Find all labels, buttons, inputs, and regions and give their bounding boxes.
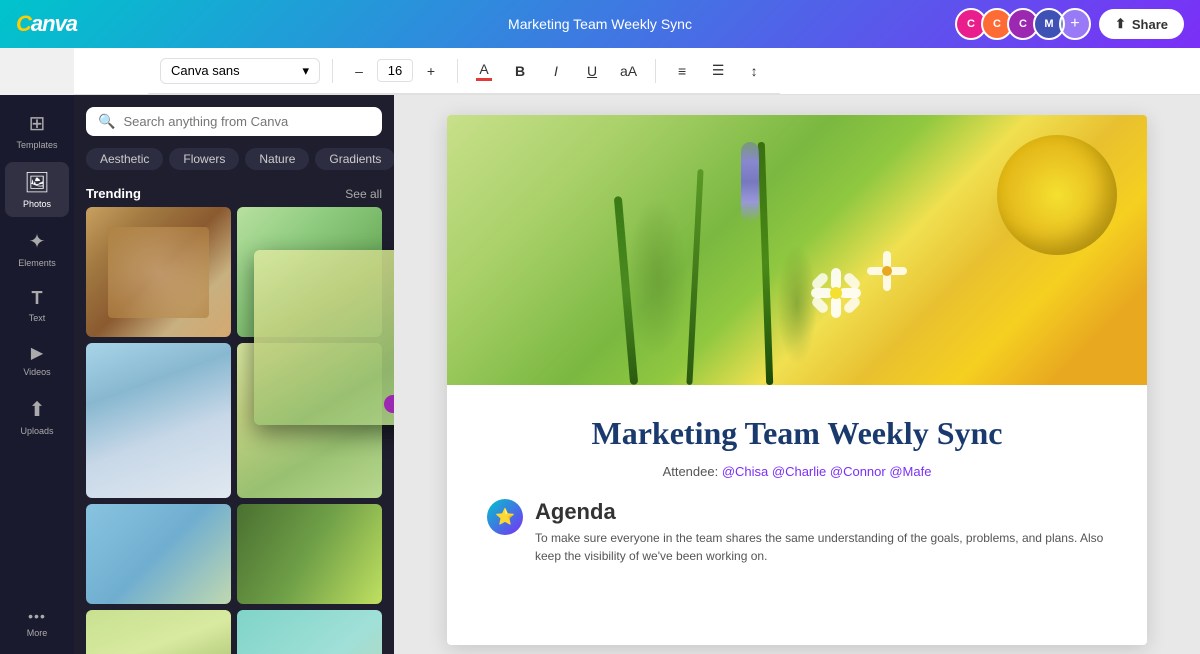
sidebar-item-more[interactable]: ••• More: [5, 600, 69, 646]
filter-tag-flowers[interactable]: Flowers: [169, 148, 239, 170]
sidebar-item-photos[interactable]: 🖼 Photos: [5, 162, 69, 217]
formatting-toolbar: Canva sans ▾ – + A B I U aA ≡ ☰ ↕: [148, 48, 780, 94]
agenda-content: Agenda To make sure everyone in the team…: [535, 499, 1107, 565]
photos-icon: 🖼: [24, 170, 49, 195]
font-case-button[interactable]: aA: [614, 59, 643, 83]
document-title[interactable]: Marketing Team Weekly Sync: [508, 16, 692, 32]
more-icon: •••: [28, 608, 46, 624]
toolbar-divider-3: [655, 59, 656, 83]
daisy-yellow: [867, 251, 907, 291]
agenda-section: ⭐ Agenda To make sure everyone in the te…: [487, 499, 1107, 565]
sidebar-item-label-text: Text: [29, 313, 46, 323]
agenda-icon: ⭐: [487, 499, 523, 535]
search-input-wrap[interactable]: 🔍: [86, 107, 382, 136]
photo-item-woman-blue[interactable]: [86, 343, 231, 498]
sidebar-item-elements[interactable]: ✦ Elements: [5, 221, 69, 276]
photo-item-grass[interactable]: [86, 610, 231, 654]
elements-icon: ✦: [29, 229, 46, 254]
sidebar-item-uploads[interactable]: ⬆ Uploads: [5, 389, 69, 444]
toolbar-divider-1: [332, 59, 333, 83]
share-button[interactable]: ⬆ Share: [1099, 9, 1184, 39]
font-size-decrease-button[interactable]: –: [345, 59, 373, 83]
yellow-pompom: [997, 135, 1117, 255]
slide-header-image: [447, 115, 1147, 385]
text-spacing-button[interactable]: ↕: [740, 59, 768, 83]
sidebar-item-label-videos: Videos: [23, 367, 50, 377]
text-color-bar: [476, 78, 492, 81]
search-bar: 🔍: [74, 95, 394, 148]
top-bar-right: C C C M + ⬆ Share: [955, 8, 1184, 40]
left-sidebar: ⊞ Templates 🖼 Photos ✦ Elements T Text ▶…: [0, 95, 74, 654]
sidebar-item-videos[interactable]: ▶ Videos: [5, 335, 69, 385]
text-icon: T: [32, 288, 43, 309]
avatar-group: C C C M +: [955, 8, 1091, 40]
sidebar-item-label-elements: Elements: [18, 258, 56, 268]
sidebar-item-label-templates: Templates: [16, 140, 57, 150]
filter-tag-gradients[interactable]: Gradients: [315, 148, 394, 170]
align-list-button[interactable]: ☰: [704, 58, 732, 83]
photo-item-yoga[interactable]: [237, 610, 382, 654]
sidebar-item-label-more: More: [27, 628, 48, 638]
align-left-button[interactable]: ≡: [668, 59, 696, 83]
text-color-button[interactable]: A: [470, 57, 498, 85]
uploads-icon: ⬆: [29, 397, 46, 422]
slide-title[interactable]: Marketing Team Weekly Sync: [487, 415, 1107, 452]
agenda-title[interactable]: Agenda: [535, 499, 1107, 525]
filter-tags: Aesthetic Flowers Nature Gradients ›: [74, 148, 394, 180]
chevron-down-icon: ▾: [302, 63, 309, 79]
canva-logo[interactable]: Canva: [16, 11, 77, 37]
sidebar-item-label-uploads: Uploads: [20, 426, 53, 436]
font-size-group: – +: [345, 59, 445, 83]
photos-panel: 🔍 Aesthetic Flowers Nature Gradients › T…: [74, 95, 394, 654]
daisy-white: [811, 268, 861, 318]
italic-button[interactable]: I: [542, 59, 570, 83]
attendee-names: @Chisa @Charlie @Connor @Mafe: [722, 464, 932, 479]
filter-tag-nature[interactable]: Nature: [245, 148, 309, 170]
lavender-flower: [741, 142, 759, 222]
see-all-link[interactable]: See all: [345, 187, 382, 201]
search-icon: 🔍: [98, 113, 115, 130]
share-icon: ⬆: [1115, 16, 1126, 32]
photo-item-food[interactable]: [86, 207, 231, 337]
font-size-increase-button[interactable]: +: [417, 59, 445, 83]
add-collaborator-button[interactable]: +: [1059, 8, 1091, 40]
main-layout: ⊞ Templates 🖼 Photos ✦ Elements T Text ▶…: [0, 95, 1200, 654]
trending-title: Trending: [86, 186, 141, 201]
top-bar-left: Canva: [16, 11, 77, 37]
sidebar-item-label-photos: Photos: [23, 199, 51, 209]
toolbar-divider-2: [457, 59, 458, 83]
sidebar-item-templates[interactable]: ⊞ Templates: [5, 103, 69, 158]
slide-attendee: Attendee: @Chisa @Charlie @Connor @Mafe: [487, 464, 1107, 479]
canvas-area[interactable]: Marketing Team Weekly Sync Attendee: @Ch…: [394, 95, 1200, 654]
top-bar: Canva Marketing Team Weekly Sync C C C M…: [0, 0, 1200, 48]
filter-tag-aesthetic[interactable]: Aesthetic: [86, 148, 163, 170]
agenda-text: To make sure everyone in the team shares…: [535, 529, 1107, 565]
font-size-input[interactable]: [377, 59, 413, 82]
font-family-select[interactable]: Canva sans ▾: [160, 58, 320, 84]
photo-item-women-outdoors[interactable]: [86, 504, 231, 604]
dragged-photo: [254, 250, 394, 425]
underline-button[interactable]: U: [578, 59, 606, 83]
slide[interactable]: Marketing Team Weekly Sync Attendee: @Ch…: [447, 115, 1147, 645]
photo-item-woman-green[interactable]: [237, 504, 382, 604]
sidebar-item-text[interactable]: T Text: [5, 280, 69, 331]
videos-icon: ▶: [31, 343, 43, 363]
slide-content: Marketing Team Weekly Sync Attendee: @Ch…: [447, 385, 1147, 607]
text-color-icon: A: [476, 61, 492, 81]
search-input[interactable]: [123, 114, 370, 129]
bold-button[interactable]: B: [506, 59, 534, 83]
templates-icon: ⊞: [29, 111, 46, 136]
trending-header: Trending See all: [74, 180, 394, 207]
